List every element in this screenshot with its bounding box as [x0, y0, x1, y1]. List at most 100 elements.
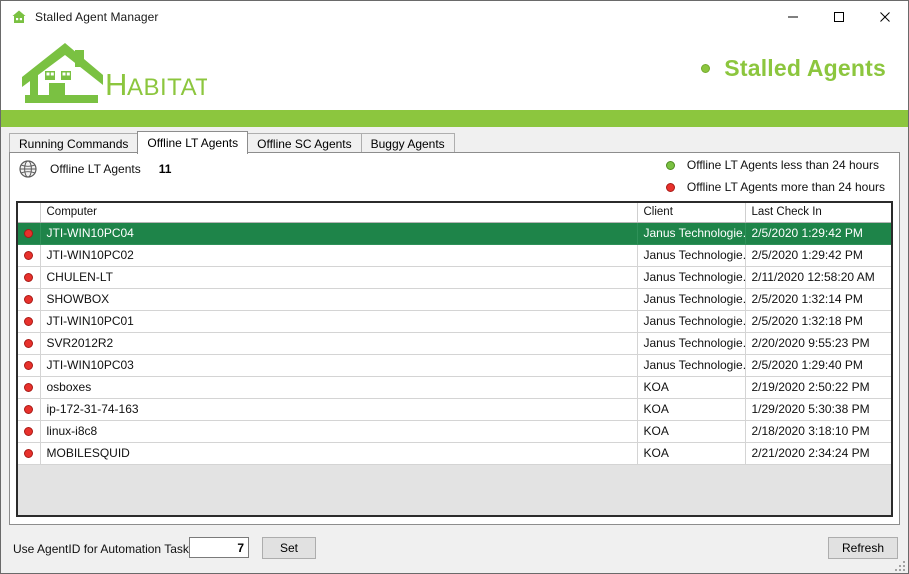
cell-last-check-in: 2/21/2020 2:34:24 PM [745, 442, 893, 464]
row-status-cell [18, 376, 40, 398]
column-header-client[interactable]: Client [637, 203, 745, 222]
agents-table: Computer Client Last Check In JTI-WIN10P… [18, 203, 893, 465]
cell-last-check-in: 2/18/2020 3:18:10 PM [745, 420, 893, 442]
brand-heading: Stalled Agents [724, 55, 886, 82]
table-row[interactable]: osboxesKOA2/19/2020 2:50:22 PM [18, 376, 893, 398]
legend-dot-green-icon [666, 161, 675, 170]
tab-label: Running Commands [19, 137, 128, 151]
cell-client: Janus Technologie... [637, 222, 745, 244]
status-dot-icon [24, 449, 33, 458]
cell-client: Janus Technologie... [637, 310, 745, 332]
agents-grid[interactable]: Computer Client Last Check In JTI-WIN10P… [16, 201, 893, 517]
tab-label: Offline SC Agents [257, 137, 352, 151]
cell-client: KOA [637, 420, 745, 442]
brand-divider-bar [1, 110, 908, 127]
page-heading-group: Offline LT Agents 11 [18, 159, 171, 179]
cell-client: Janus Technologie... [637, 244, 745, 266]
tab-buggy-agents[interactable]: Buggy Agents [361, 133, 455, 153]
title-bar: Stalled Agent Manager [1, 1, 908, 33]
legend-dot-red-icon [666, 183, 675, 192]
status-dot-icon [24, 295, 33, 304]
window-title: Stalled Agent Manager [35, 10, 159, 24]
set-button[interactable]: Set [262, 537, 316, 559]
status-dot-icon [24, 317, 33, 326]
row-status-cell [18, 420, 40, 442]
cell-last-check-in: 2/20/2020 9:55:23 PM [745, 332, 893, 354]
refresh-button[interactable]: Refresh [828, 537, 898, 559]
cell-computer: MOBILESQUID [40, 442, 637, 464]
cell-computer: SVR2012R2 [40, 332, 637, 354]
cell-last-check-in: 2/11/2020 12:58:20 AM [745, 266, 893, 288]
legend: Offline LT Agents less than 24 hours Off… [666, 158, 885, 194]
tab-strip: Running Commands Offline LT Agents Offli… [9, 131, 900, 153]
window-controls [770, 1, 908, 33]
tab-offline-lt-agents[interactable]: Offline LT Agents [137, 131, 248, 154]
cell-client: KOA [637, 376, 745, 398]
tab-offline-sc-agents[interactable]: Offline SC Agents [247, 133, 362, 153]
brand-band: H ABITAT Stalled Agents [1, 33, 908, 110]
status-dot-icon [24, 229, 33, 238]
cell-computer: osboxes [40, 376, 637, 398]
tab-running-commands[interactable]: Running Commands [9, 133, 138, 153]
grid-empty-area [18, 465, 891, 516]
page-heading-count: 11 [159, 162, 172, 176]
status-dot-icon [24, 361, 33, 370]
cell-last-check-in: 2/5/2020 1:29:40 PM [745, 354, 893, 376]
row-status-cell [18, 398, 40, 420]
cell-last-check-in: 2/5/2020 1:29:42 PM [745, 244, 893, 266]
resize-grip[interactable] [893, 559, 905, 571]
tab-page-offline-lt-agents: Offline LT Agents 11 Offline LT Agents l… [9, 152, 900, 525]
close-icon[interactable] [862, 1, 908, 33]
svg-text:H: H [105, 67, 128, 102]
cell-last-check-in: 2/5/2020 1:32:14 PM [745, 288, 893, 310]
table-row[interactable]: MOBILESQUIDKOA2/21/2020 2:34:24 PM [18, 442, 893, 464]
table-header: Computer Client Last Check In [18, 203, 893, 222]
cell-computer: JTI-WIN10PC01 [40, 310, 637, 332]
cell-last-check-in: 2/5/2020 1:29:42 PM [745, 222, 893, 244]
minimize-icon[interactable] [770, 1, 816, 33]
cell-computer: JTI-WIN10PC02 [40, 244, 637, 266]
table-row[interactable]: SVR2012R2Janus Technologie...2/20/2020 9… [18, 332, 893, 354]
cell-computer: JTI-WIN10PC03 [40, 354, 637, 376]
table-row[interactable]: CHULEN-LTJanus Technologie...2/11/2020 1… [18, 266, 893, 288]
cell-last-check-in: 2/19/2020 2:50:22 PM [745, 376, 893, 398]
globe-icon [18, 159, 38, 179]
table-row[interactable]: ip-172-31-74-163KOA1/29/2020 5:30:38 PM [18, 398, 893, 420]
row-status-cell [18, 288, 40, 310]
cell-client: Janus Technologie... [637, 288, 745, 310]
table-row[interactable]: JTI-WIN10PC03Janus Technologie...2/5/202… [18, 354, 893, 376]
cell-client: Janus Technologie... [637, 266, 745, 288]
table-row[interactable]: linux-i8c8KOA2/18/2020 3:18:10 PM [18, 420, 893, 442]
status-dot-icon [24, 427, 33, 436]
status-dot-icon [24, 405, 33, 414]
column-header-status[interactable] [18, 203, 40, 222]
legend-item-less-than-24: Offline LT Agents less than 24 hours [666, 158, 885, 172]
column-header-last-check-in[interactable]: Last Check In [745, 203, 893, 222]
maximize-icon[interactable] [816, 1, 862, 33]
column-header-computer[interactable]: Computer [40, 203, 637, 222]
cell-client: KOA [637, 398, 745, 420]
cell-computer: SHOWBOX [40, 288, 637, 310]
cell-computer: CHULEN-LT [40, 266, 637, 288]
table-row[interactable]: JTI-WIN10PC02Janus Technologie...2/5/202… [18, 244, 893, 266]
stalled-agent-manager-window: Stalled Agent Manager [0, 0, 909, 574]
table-body: JTI-WIN10PC04Janus Technologie...2/5/202… [18, 222, 893, 464]
house-icon [11, 9, 27, 25]
brand-heading-group: Stalled Agents [701, 55, 886, 82]
status-dot-icon [24, 251, 33, 260]
status-dot-icon [24, 273, 33, 282]
bottom-bar: Use AgentID for Automation Tasks Set Ref… [1, 529, 908, 573]
status-dot-icon [24, 383, 33, 392]
table-header-row: Computer Client Last Check In [18, 203, 893, 222]
agentid-input[interactable] [189, 537, 249, 558]
cell-computer: linux-i8c8 [40, 420, 637, 442]
status-dot-icon [24, 339, 33, 348]
row-status-cell [18, 332, 40, 354]
tab-label: Offline LT Agents [147, 136, 238, 150]
row-status-cell [18, 266, 40, 288]
legend-label: Offline LT Agents less than 24 hours [687, 158, 879, 172]
table-row[interactable]: SHOWBOXJanus Technologie...2/5/2020 1:32… [18, 288, 893, 310]
table-row[interactable]: JTI-WIN10PC04Janus Technologie...2/5/202… [18, 222, 893, 244]
cell-client: Janus Technologie... [637, 332, 745, 354]
table-row[interactable]: JTI-WIN10PC01Janus Technologie...2/5/202… [18, 310, 893, 332]
